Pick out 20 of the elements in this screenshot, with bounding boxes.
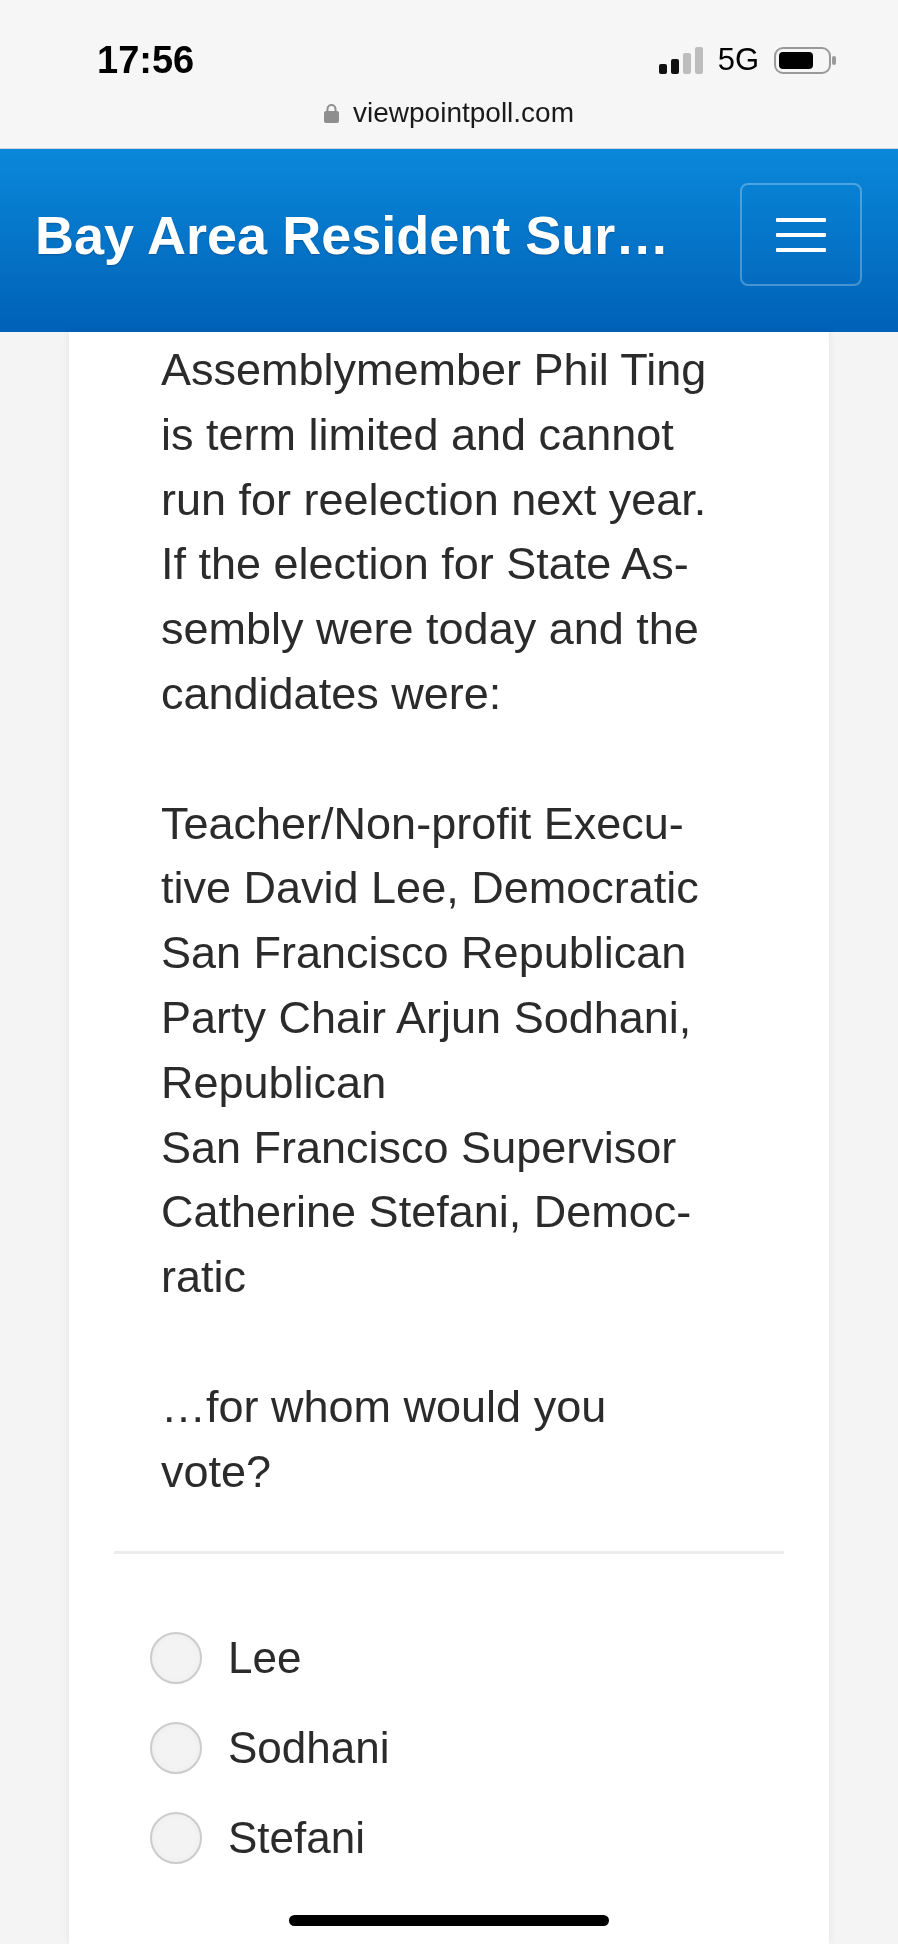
candidate-description: San Francisco Supervisor Catherine Stefani, Democ- ratic: [161, 1120, 693, 1305]
question-prompt: …for whom would you vote?: [161, 1379, 608, 1499]
site-title: Bay Area Resident Sur…: [35, 203, 670, 267]
signal-icon: [658, 46, 704, 74]
network-label: 5G: [717, 43, 759, 77]
battery-icon: [774, 46, 837, 74]
candidate-description: San Francisco Republican Party Chair Arjun Sodhani, Republican: [161, 926, 693, 1110]
candidate-description: Teacher/Non-profit Execu- tive David Lee, Democratic: [161, 796, 700, 916]
lock-icon: [324, 103, 339, 123]
option-label[interactable]: Lee: [228, 1632, 302, 1685]
radio-button[interactable]: [150, 1722, 202, 1775]
option-label[interactable]: Sodhani: [228, 1722, 390, 1775]
status-time: 17:56: [97, 38, 195, 82]
radio-button[interactable]: [150, 1632, 202, 1685]
menu-icon: [776, 217, 826, 252]
question-text: Assemblymember Phil Ting is term limited and cannot run for reelection next year. If the election for State As- sembly were today and the candidates were:: [161, 343, 708, 721]
url-text[interactable]: viewpointpoll.com: [353, 97, 574, 129]
menu-button[interactable]: [740, 183, 862, 286]
radio-button[interactable]: [150, 1812, 202, 1865]
option-label[interactable]: Stefani: [228, 1812, 365, 1865]
